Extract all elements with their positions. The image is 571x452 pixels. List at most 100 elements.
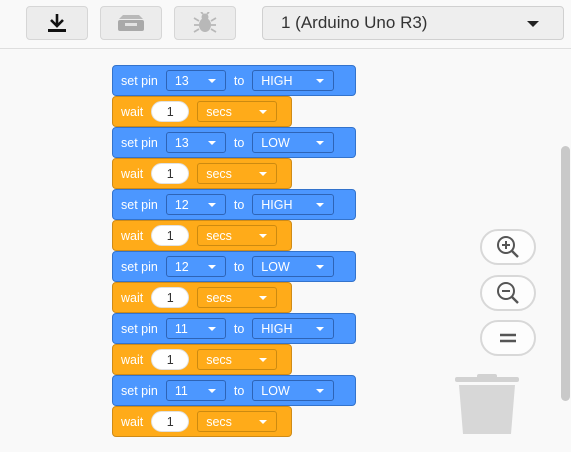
- wait-block[interactable]: wait 1 secs: [112, 158, 292, 189]
- state-dropdown[interactable]: HIGH: [252, 194, 335, 215]
- dropdown-arrow-icon: [207, 203, 216, 207]
- to-label: to: [233, 321, 245, 336]
- set-pin-block[interactable]: set pin 11 to HIGH: [112, 313, 356, 344]
- device-selector-label: 1 (Arduino Uno R3): [281, 13, 428, 32]
- state-dropdown[interactable]: LOW: [252, 380, 335, 401]
- to-label: to: [233, 259, 245, 274]
- zoom-in-button[interactable]: [480, 229, 536, 265]
- set-pin-block[interactable]: set pin 12 to LOW: [112, 251, 356, 282]
- wait-block[interactable]: wait 1 secs: [112, 96, 292, 127]
- unit-value: secs: [206, 290, 232, 305]
- chevron-down-icon: [527, 21, 539, 27]
- zoom-out-icon: [497, 282, 519, 304]
- unit-dropdown[interactable]: secs: [197, 287, 278, 308]
- seconds-input[interactable]: 1: [151, 349, 190, 370]
- dropdown-arrow-icon: [207, 327, 216, 331]
- bug-icon: [193, 12, 217, 33]
- set-pin-block[interactable]: set pin 12 to HIGH: [112, 189, 356, 220]
- dropdown-arrow-icon: [316, 203, 325, 207]
- pin-dropdown[interactable]: 12: [165, 194, 226, 215]
- block-label: wait: [121, 290, 144, 305]
- pin-value: 13: [174, 73, 189, 88]
- block-stack[interactable]: set pin 13 to HIGH wait 1 secs set pin 1…: [112, 65, 356, 437]
- seconds-input[interactable]: 1: [151, 411, 190, 432]
- set-pin-block[interactable]: set pin 13 to HIGH: [112, 65, 356, 96]
- pin-value: 12: [174, 197, 189, 212]
- unit-dropdown[interactable]: secs: [197, 163, 278, 184]
- download-arrow-icon: [48, 14, 66, 32]
- block-label: set pin: [121, 259, 158, 274]
- vertical-scrollbar[interactable]: [561, 146, 570, 401]
- block-label: set pin: [121, 321, 158, 336]
- to-label: to: [233, 197, 245, 212]
- state-value: HIGH: [261, 321, 293, 336]
- pin-dropdown[interactable]: 12: [165, 256, 226, 277]
- state-dropdown[interactable]: LOW: [252, 132, 335, 153]
- state-value: LOW: [261, 135, 290, 150]
- block-label: set pin: [121, 135, 158, 150]
- set-pin-block[interactable]: set pin 11 to LOW: [112, 375, 356, 406]
- unit-dropdown[interactable]: secs: [197, 411, 278, 432]
- seconds-input[interactable]: 1: [151, 163, 190, 184]
- wait-block[interactable]: wait 1 secs: [112, 406, 292, 437]
- state-dropdown[interactable]: LOW: [252, 256, 335, 277]
- seconds-input[interactable]: 1: [151, 225, 190, 246]
- zoom-reset-icon: [500, 333, 516, 343]
- state-dropdown[interactable]: HIGH: [252, 318, 335, 339]
- state-value: HIGH: [261, 73, 293, 88]
- dropdown-arrow-icon: [259, 172, 268, 176]
- unit-value: secs: [206, 352, 232, 367]
- dropdown-arrow-icon: [259, 358, 268, 362]
- dropdown-arrow-icon: [316, 389, 325, 393]
- state-value: LOW: [261, 259, 290, 274]
- block-label: wait: [121, 414, 144, 429]
- block-label: set pin: [121, 197, 158, 212]
- dropdown-arrow-icon: [316, 327, 325, 331]
- serial-monitor-icon: [118, 15, 144, 31]
- wait-block[interactable]: wait 1 secs: [112, 282, 292, 313]
- block-label: wait: [121, 352, 144, 367]
- dropdown-arrow-icon: [259, 296, 268, 300]
- pin-dropdown[interactable]: 13: [165, 132, 226, 153]
- wait-block[interactable]: wait 1 secs: [112, 220, 292, 251]
- pin-value: 12: [174, 259, 189, 274]
- pin-value: 11: [174, 383, 188, 398]
- to-label: to: [233, 73, 245, 88]
- zoom-out-button[interactable]: [480, 275, 536, 311]
- upload-button[interactable]: [26, 6, 88, 40]
- seconds-input[interactable]: 1: [151, 287, 190, 308]
- toolbar: 1 (Arduino Uno R3): [0, 0, 571, 49]
- unit-dropdown[interactable]: secs: [197, 225, 278, 246]
- set-pin-block[interactable]: set pin 13 to LOW: [112, 127, 356, 158]
- pin-dropdown[interactable]: 11: [165, 318, 226, 339]
- device-selector[interactable]: 1 (Arduino Uno R3): [262, 6, 564, 40]
- unit-dropdown[interactable]: secs: [197, 101, 278, 122]
- zoom-reset-button[interactable]: [480, 320, 536, 356]
- trash-can-icon[interactable]: [453, 374, 521, 434]
- pin-value: 11: [174, 321, 188, 336]
- zoom-in-icon: [497, 236, 519, 258]
- block-label: wait: [121, 228, 144, 243]
- dropdown-arrow-icon: [259, 110, 268, 114]
- dropdown-arrow-icon: [316, 79, 325, 83]
- to-label: to: [233, 383, 245, 398]
- unit-value: secs: [206, 228, 232, 243]
- unit-dropdown[interactable]: secs: [197, 349, 278, 370]
- dropdown-arrow-icon: [316, 141, 325, 145]
- pin-dropdown[interactable]: 11: [165, 380, 226, 401]
- pin-dropdown[interactable]: 13: [165, 70, 226, 91]
- pin-value: 13: [174, 135, 189, 150]
- unit-value: secs: [206, 166, 232, 181]
- block-label: set pin: [121, 73, 158, 88]
- debug-button[interactable]: [174, 6, 236, 40]
- dropdown-arrow-icon: [316, 265, 325, 269]
- state-dropdown[interactable]: HIGH: [252, 70, 335, 91]
- state-value: LOW: [261, 383, 290, 398]
- state-value: HIGH: [261, 197, 293, 212]
- dropdown-arrow-icon: [207, 141, 216, 145]
- block-label: set pin: [121, 383, 158, 398]
- serial-monitor-button[interactable]: [100, 6, 162, 40]
- unit-value: secs: [206, 104, 232, 119]
- seconds-input[interactable]: 1: [151, 101, 190, 122]
- wait-block[interactable]: wait 1 secs: [112, 344, 292, 375]
